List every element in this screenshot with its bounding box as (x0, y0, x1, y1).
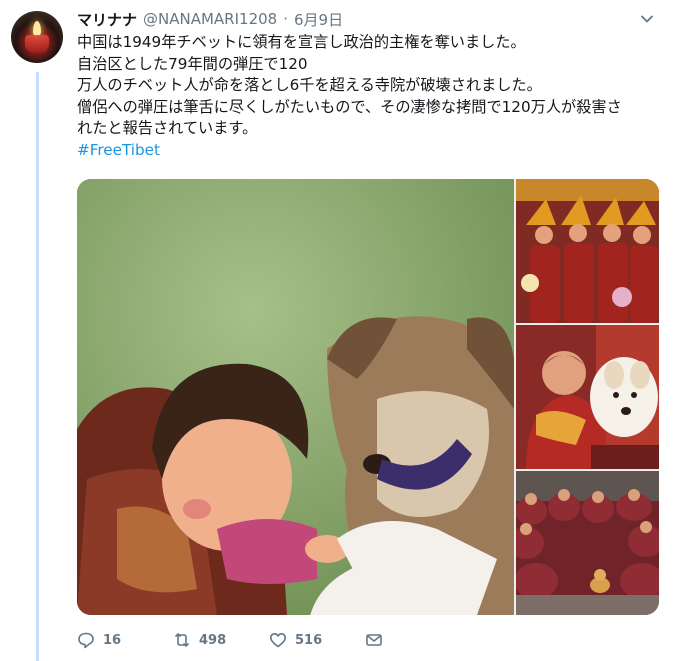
photo-child-with-dog[interactable] (77, 179, 514, 615)
separator-dot: · (283, 10, 288, 28)
reply-count: 16 (103, 632, 122, 648)
candle-glass (25, 35, 49, 53)
direct-message-button[interactable] (365, 631, 461, 649)
photo-child-with-dog-illustration (77, 179, 514, 615)
media-grid (77, 179, 659, 615)
envelope-icon (366, 634, 382, 646)
avatar[interactable] (11, 11, 63, 63)
photo-young-monks-illustration (516, 179, 659, 323)
photo-monks-puppy-illustration (516, 471, 659, 615)
tweet-actions: 16 498 516 (77, 628, 461, 652)
heart-icon (270, 633, 286, 648)
display-name[interactable]: マリナナ (77, 9, 137, 30)
photo-monks-with-puppy[interactable] (516, 471, 659, 615)
chevron-down-icon[interactable] (640, 12, 654, 26)
retweet-count: 498 (199, 632, 227, 648)
tweet-header: マリナナ @NANAMARI1208 · 6月9日 (77, 8, 343, 30)
reply-button[interactable]: 16 (77, 631, 173, 649)
tweet-line: 中国は1949年チベットに領有を宣言し政治的主権を奪いました。 (77, 33, 526, 51)
photo-monk-dog-illustration (516, 325, 659, 469)
retweet-button[interactable]: 498 (173, 631, 269, 649)
tweet-text: 中国は1949年チベットに領有を宣言し政治的主権を奪いました。 自治区とした79… (77, 32, 657, 161)
tweet-line: れたと報告されています。 (77, 119, 258, 137)
photo-young-monks-yellow-hats[interactable] (516, 179, 659, 323)
user-handle[interactable]: @NANAMARI1208 (143, 10, 277, 28)
retweet-icon (175, 633, 189, 647)
tweet-line: 僧侶への弾圧は筆舌に尽くしがたいもので、その凄惨な拷問で120万人が殺害さ (77, 97, 622, 116)
photo-monk-hugging-dog[interactable] (516, 325, 659, 469)
tweet-date[interactable]: 6月9日 (294, 9, 343, 30)
like-button[interactable]: 516 (269, 631, 365, 649)
tweet-line: 自治区とした79年間の弾圧で120 (77, 54, 308, 73)
hashtag-link[interactable]: #FreeTibet (77, 140, 657, 162)
thread-line (36, 72, 39, 661)
like-count: 516 (295, 632, 323, 648)
reply-icon (78, 632, 94, 649)
tweet-line: 万人のチベット人が命を落とし6千を超える寺院が破壊されました。 (77, 76, 542, 94)
